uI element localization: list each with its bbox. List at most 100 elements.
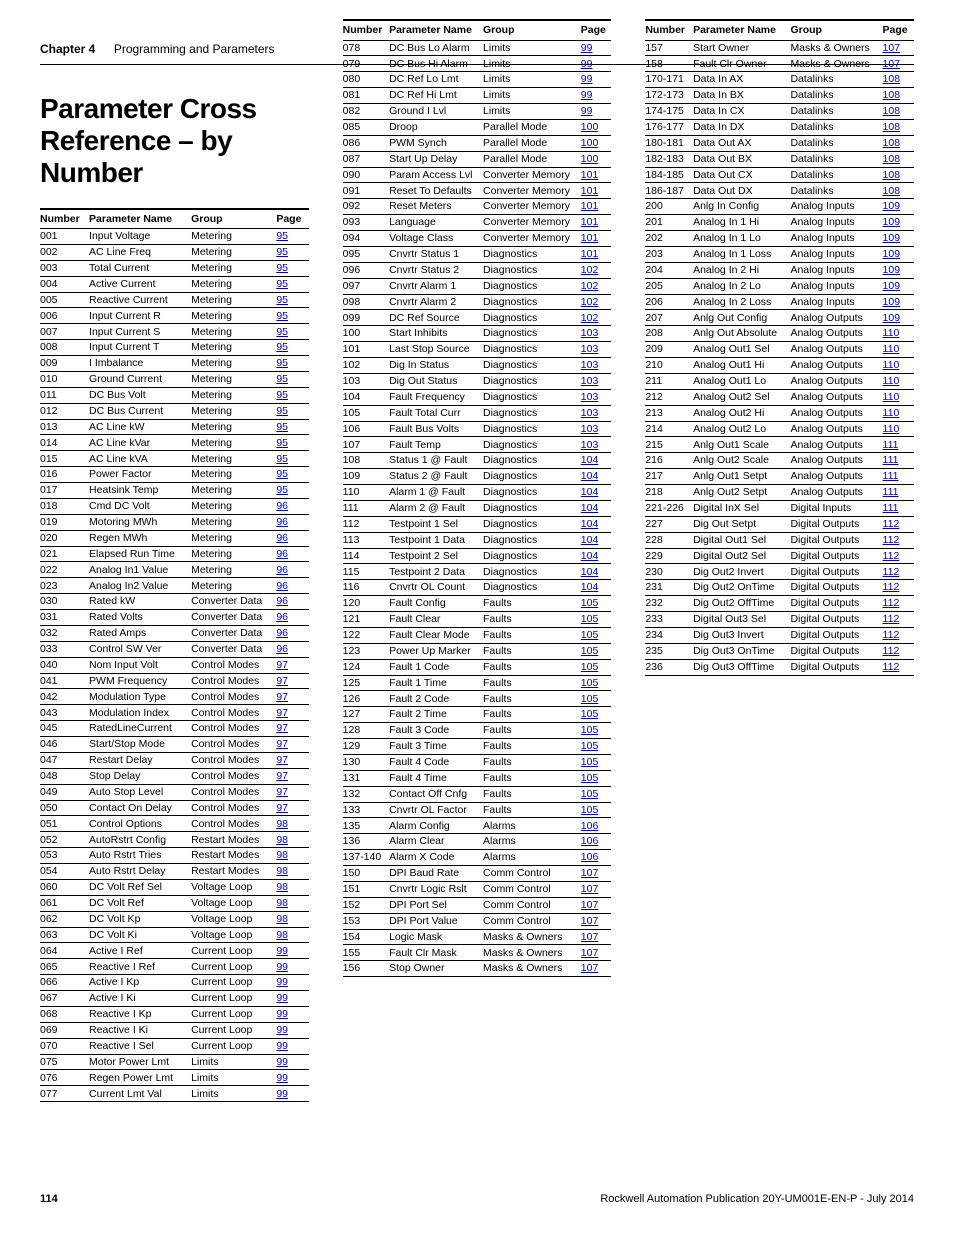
page-link[interactable]: 97 (276, 691, 288, 703)
page-link[interactable]: 98 (276, 897, 288, 909)
page-link[interactable]: 111 (883, 486, 899, 498)
page-link[interactable]: 107 (883, 42, 901, 54)
page-link[interactable]: 99 (581, 89, 593, 101)
page-link[interactable]: 99 (276, 976, 288, 988)
page-link[interactable]: 105 (581, 772, 599, 784)
page-link[interactable]: 112 (883, 550, 900, 562)
page-link[interactable]: 97 (276, 675, 288, 687)
page-link[interactable]: 105 (581, 613, 599, 625)
page-link[interactable]: 107 (581, 962, 599, 974)
page-link[interactable]: 110 (883, 391, 900, 403)
page-link[interactable]: 99 (276, 1088, 288, 1100)
page-link[interactable]: 107 (581, 883, 599, 895)
page-link[interactable]: 99 (581, 105, 593, 117)
page-link[interactable]: 95 (276, 357, 288, 369)
page-link[interactable]: 105 (581, 677, 599, 689)
page-link[interactable]: 107 (581, 899, 599, 911)
page-link[interactable]: 112 (883, 597, 900, 609)
page-link[interactable]: 104 (581, 502, 599, 514)
page-link[interactable]: 97 (276, 738, 288, 750)
page-link[interactable]: 111 (883, 454, 899, 466)
page-link[interactable]: 105 (581, 756, 599, 768)
page-link[interactable]: 105 (581, 661, 599, 673)
page-link[interactable]: 103 (581, 407, 599, 419)
page-link[interactable]: 104 (581, 486, 599, 498)
page-link[interactable]: 95 (276, 341, 288, 353)
page-link[interactable]: 102 (581, 312, 599, 324)
page-link[interactable]: 101 (581, 232, 599, 244)
page-link[interactable]: 107 (883, 58, 901, 70)
page-link[interactable]: 106 (581, 820, 599, 832)
page-link[interactable]: 95 (276, 246, 288, 258)
page-link[interactable]: 96 (276, 627, 288, 639)
page-link[interactable]: 96 (276, 516, 288, 528)
page-link[interactable]: 108 (883, 73, 901, 85)
page-link[interactable]: 103 (581, 439, 599, 451)
page-link[interactable]: 95 (276, 437, 288, 449)
page-link[interactable]: 95 (276, 468, 288, 480)
page-link[interactable]: 112 (883, 629, 900, 641)
page-link[interactable]: 97 (276, 722, 288, 734)
page-link[interactable]: 101 (581, 248, 599, 260)
page-link[interactable]: 105 (581, 645, 599, 657)
page-link[interactable]: 103 (581, 327, 599, 339)
page-link[interactable]: 107 (581, 867, 599, 879)
page-link[interactable]: 102 (581, 296, 599, 308)
page-link[interactable]: 108 (883, 137, 901, 149)
page-link[interactable]: 105 (581, 724, 599, 736)
page-link[interactable]: 109 (883, 312, 901, 324)
page-link[interactable]: 98 (276, 865, 288, 877)
page-link[interactable]: 109 (883, 248, 901, 260)
page-link[interactable]: 99 (276, 1040, 288, 1052)
page-link[interactable]: 103 (581, 391, 599, 403)
page-link[interactable]: 102 (581, 264, 599, 276)
page-link[interactable]: 98 (276, 881, 288, 893)
page-link[interactable]: 100 (581, 121, 599, 133)
page-link[interactable]: 98 (276, 929, 288, 941)
page-link[interactable]: 112 (883, 534, 900, 546)
page-link[interactable]: 108 (883, 169, 901, 181)
page-link[interactable]: 111 (883, 439, 899, 451)
page-link[interactable]: 110 (883, 343, 900, 355)
page-link[interactable]: 99 (276, 992, 288, 1004)
page-link[interactable]: 97 (276, 754, 288, 766)
page-link[interactable]: 111 (883, 470, 899, 482)
page-link[interactable]: 95 (276, 389, 288, 401)
page-link[interactable]: 104 (581, 566, 599, 578)
page-link[interactable]: 103 (581, 359, 599, 371)
page-link[interactable]: 98 (276, 818, 288, 830)
page-link[interactable]: 95 (276, 373, 288, 385)
page-link[interactable]: 106 (581, 851, 599, 863)
page-link[interactable]: 104 (581, 550, 599, 562)
page-link[interactable]: 101 (581, 216, 599, 228)
page-link[interactable]: 103 (581, 423, 599, 435)
page-link[interactable]: 112 (883, 613, 900, 625)
page-link[interactable]: 95 (276, 405, 288, 417)
page-link[interactable]: 104 (581, 534, 599, 546)
page-link[interactable]: 96 (276, 611, 288, 623)
page-link[interactable]: 109 (883, 264, 901, 276)
page-link[interactable]: 98 (276, 913, 288, 925)
page-link[interactable]: 104 (581, 518, 599, 530)
page-link[interactable]: 95 (276, 294, 288, 306)
page-link[interactable]: 99 (581, 73, 593, 85)
page-link[interactable]: 95 (276, 421, 288, 433)
page-link[interactable]: 110 (883, 375, 900, 387)
page-link[interactable]: 108 (883, 105, 901, 117)
page-link[interactable]: 110 (883, 359, 900, 371)
page-link[interactable]: 95 (276, 326, 288, 338)
page-link[interactable]: 102 (581, 280, 599, 292)
page-link[interactable]: 104 (581, 470, 599, 482)
page-link[interactable]: 99 (276, 945, 288, 957)
page-link[interactable]: 105 (581, 788, 599, 800)
page-link[interactable]: 97 (276, 802, 288, 814)
page-link[interactable]: 95 (276, 310, 288, 322)
page-link[interactable]: 109 (883, 296, 901, 308)
page-link[interactable]: 99 (581, 58, 593, 70)
page-link[interactable]: 99 (276, 961, 288, 973)
page-link[interactable]: 95 (276, 262, 288, 274)
page-link[interactable]: 105 (581, 693, 599, 705)
page-link[interactable]: 105 (581, 804, 599, 816)
page-link[interactable]: 109 (883, 232, 901, 244)
page-link[interactable]: 96 (276, 548, 288, 560)
